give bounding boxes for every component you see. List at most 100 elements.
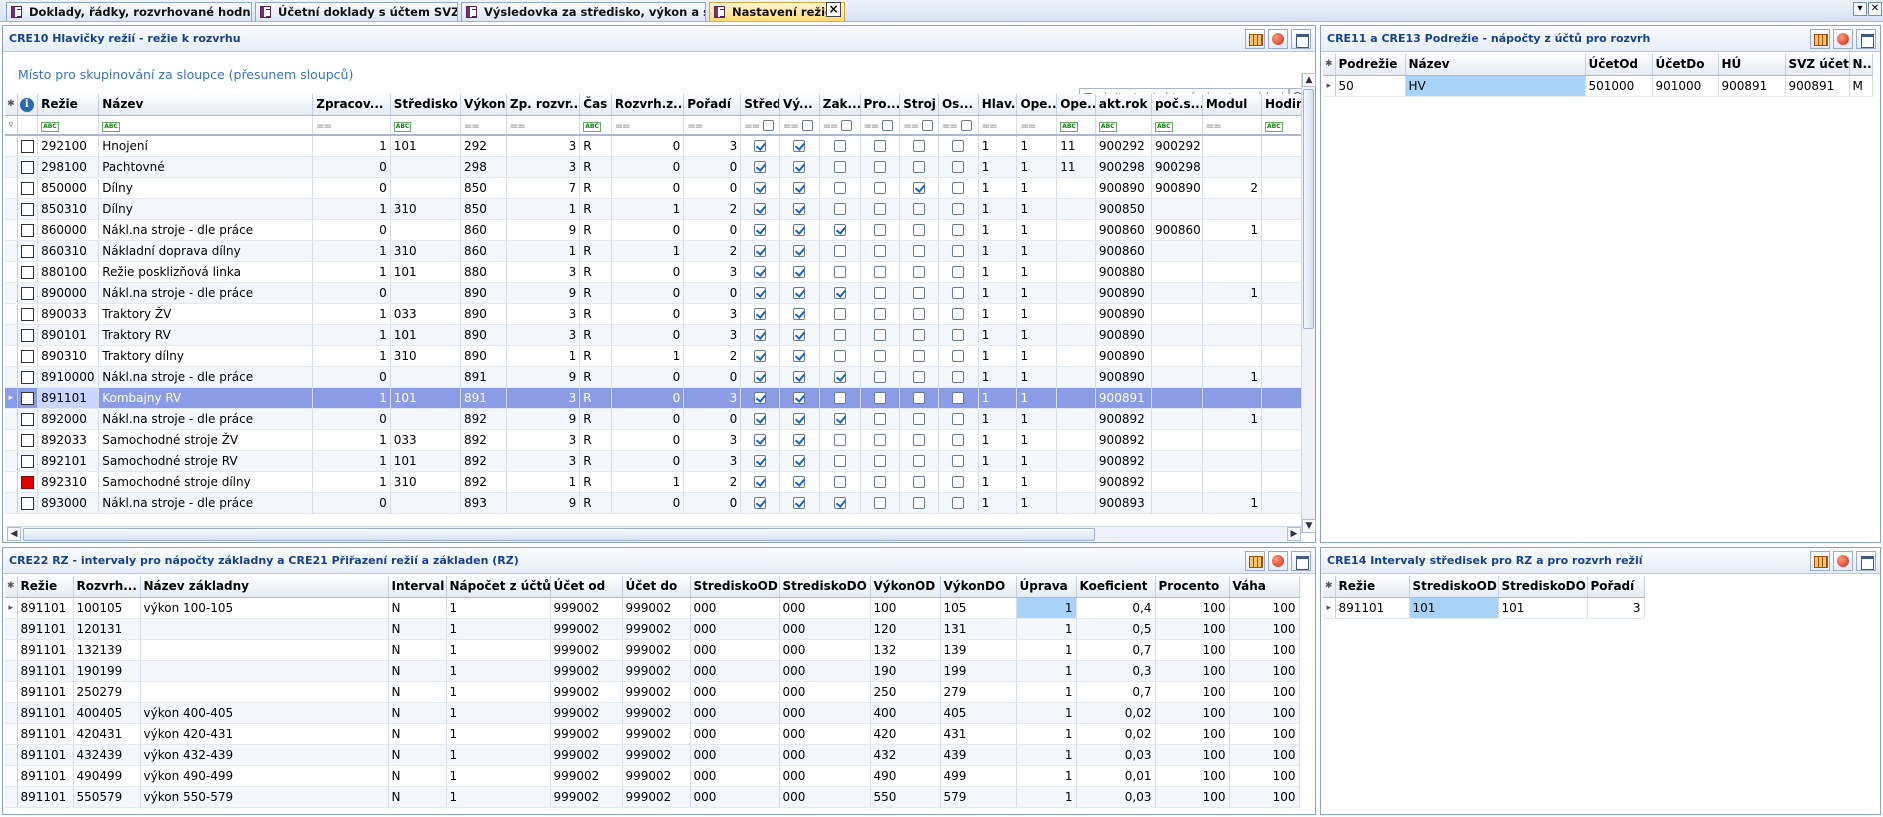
- cell-rezie[interactable]: 890310: [37, 345, 100, 367]
- cell-os[interactable]: [938, 387, 979, 409]
- cell-stroj[interactable]: [899, 366, 939, 388]
- col-header-stredisko-do[interactable]: StrediskoDO: [1498, 576, 1588, 598]
- cell-procento[interactable]: 100: [1155, 618, 1230, 640]
- stroj-checkbox[interactable]: [913, 371, 926, 383]
- cell-ope2[interactable]: [1056, 261, 1096, 283]
- cell-akt-rok[interactable]: 900892: [1095, 450, 1152, 472]
- cell-koeficient[interactable]: 0,02: [1076, 702, 1156, 724]
- zak-checkbox[interactable]: [833, 350, 846, 362]
- cell-hodin[interactable]: [1261, 324, 1303, 346]
- cell-vykon[interactable]: 890: [460, 324, 507, 346]
- cell-vy[interactable]: [779, 219, 820, 241]
- table-row[interactable]: 891101 120131 N 1 999002 999002 000 000 120 131 1 0…: [5, 618, 1300, 640]
- cell-stred[interactable]: [740, 198, 780, 220]
- cell-vykon-od[interactable]: 100: [870, 597, 941, 619]
- cell-vykon[interactable]: 892: [460, 471, 507, 493]
- row-mark-checkbox[interactable]: [20, 370, 34, 384]
- cell-ucet-do[interactable]: 999002: [622, 618, 691, 640]
- cell-vy[interactable]: [779, 345, 820, 367]
- filter-checkbox[interactable]: ==: [938, 115, 979, 136]
- cell-stredisko[interactable]: [390, 408, 462, 430]
- cell-vykon[interactable]: 892: [460, 408, 507, 430]
- col-header-rezie[interactable]: Režie: [17, 576, 74, 598]
- scroll-left-arrow[interactable]: ◀: [7, 527, 21, 541]
- cell-zpracov[interactable]: 1: [312, 261, 391, 283]
- cell-poradi[interactable]: 2: [683, 471, 742, 493]
- col-header-svz-ucet[interactable]: SVZ účet: [1785, 54, 1850, 76]
- cell-os[interactable]: [938, 408, 979, 430]
- pro-checkbox[interactable]: [873, 266, 886, 278]
- cell-vy[interactable]: [779, 429, 820, 451]
- filter-text-icon[interactable]: ABC: [37, 115, 100, 136]
- cell-stredisko-od[interactable]: 000: [690, 639, 780, 661]
- cell-nazev-zakladny[interactable]: výkon 400-405: [140, 702, 389, 724]
- row-mark-cell[interactable]: [17, 198, 39, 220]
- cell-vykon[interactable]: 890: [460, 345, 507, 367]
- cell-rezie[interactable]: 891101: [17, 723, 74, 745]
- cell-stredisko-od[interactable]: 000: [690, 786, 780, 808]
- cell-hlav[interactable]: 1: [978, 177, 1018, 199]
- cell-vy[interactable]: [779, 156, 820, 178]
- tab-doklady[interactable]: Doklady, řádky, rozvrhované hodnoty: [6, 2, 252, 21]
- cell-poradi[interactable]: 3: [683, 324, 742, 346]
- cell-stred[interactable]: [740, 429, 780, 451]
- cell-koeficient[interactable]: 0,03: [1076, 786, 1156, 808]
- cell-stred[interactable]: [740, 450, 780, 472]
- cell-os[interactable]: [938, 156, 979, 178]
- stroj-checkbox[interactable]: [913, 140, 926, 153]
- cell-pro[interactable]: [860, 492, 901, 514]
- cell-ope1[interactable]: 1: [1016, 240, 1058, 262]
- cell-nazev[interactable]: Režie posklizňová linka: [98, 261, 314, 283]
- col-header-rezie[interactable]: Režie: [37, 94, 100, 116]
- cell-hlav[interactable]: 1: [978, 492, 1018, 514]
- cell-vy[interactable]: [779, 324, 820, 346]
- cell-zp-rozvr[interactable]: 1: [506, 240, 581, 262]
- cell-nazev[interactable]: Nákladní doprava dílny: [98, 240, 314, 262]
- cell-zak[interactable]: [819, 324, 861, 346]
- table-row[interactable]: 292100 Hnojení 1 101 292 3 R 0 3 1 1 11 900292 900292: [5, 135, 1303, 157]
- cell-rozvrh-z[interactable]: 1: [611, 198, 685, 220]
- cell-napocet[interactable]: 1: [446, 744, 551, 766]
- cell-stredisko-od[interactable]: 000: [690, 618, 780, 640]
- cell-hodin[interactable]: [1261, 471, 1303, 493]
- cell-zak[interactable]: [819, 408, 861, 430]
- cell-modul[interactable]: 1: [1202, 219, 1263, 241]
- cell-cas[interactable]: R: [579, 177, 612, 199]
- cell-cas[interactable]: R: [579, 471, 612, 493]
- col-header-zpracov[interactable]: Zpracov...: [312, 94, 391, 116]
- cell-ope2[interactable]: [1056, 198, 1096, 220]
- col-header-stredisko-do[interactable]: StrediskoDO: [779, 576, 871, 598]
- row-mark-cell[interactable]: [17, 492, 39, 514]
- cell-vy[interactable]: [779, 492, 820, 514]
- cell-poradi[interactable]: 0: [683, 177, 742, 199]
- stred-checkbox[interactable]: [754, 224, 767, 236]
- row-mark-cell[interactable]: [17, 471, 39, 493]
- cell-rezie[interactable]: 892310: [37, 471, 100, 493]
- col-header-uprava[interactable]: Úprava: [1016, 576, 1077, 598]
- cell-rozvrh-z[interactable]: 1: [611, 471, 685, 493]
- cell-ope2[interactable]: 11: [1056, 156, 1096, 178]
- cell-vy[interactable]: [779, 366, 820, 388]
- table-row[interactable]: 891101 550579 výkon 550-579 N 1 999002 999002 0…: [5, 786, 1300, 808]
- vy-checkbox[interactable]: [793, 203, 806, 215]
- cell-nazev-zakladny[interactable]: [140, 681, 389, 703]
- cell-napocet[interactable]: 1: [446, 786, 551, 808]
- cell-stredisko-do[interactable]: 000: [779, 765, 871, 787]
- zak-checkbox[interactable]: [833, 476, 846, 488]
- cell-stroj[interactable]: [899, 387, 939, 409]
- cell-uprava[interactable]: 1: [1016, 618, 1077, 640]
- cell-rezie[interactable]: 890033: [37, 303, 100, 325]
- cell-ope2[interactable]: [1056, 471, 1096, 493]
- cell-modul[interactable]: [1202, 240, 1263, 262]
- col-header-poradi[interactable]: Pořadí: [1587, 576, 1645, 598]
- cell-napocet[interactable]: 1: [446, 765, 551, 787]
- stred-checkbox[interactable]: [754, 203, 767, 215]
- cell-poradi[interactable]: 2: [683, 240, 742, 262]
- grid-layout-icon[interactable]: [1810, 29, 1830, 49]
- col-header-nazev[interactable]: Název: [1405, 54, 1586, 76]
- cell-stroj[interactable]: [899, 408, 939, 430]
- cell-nazev-zakladny[interactable]: výkon 490-499: [140, 765, 389, 787]
- cell-procento[interactable]: 100: [1155, 639, 1230, 661]
- cell-nazev[interactable]: Hnojení: [98, 135, 314, 157]
- cell-poradi[interactable]: 0: [683, 492, 742, 514]
